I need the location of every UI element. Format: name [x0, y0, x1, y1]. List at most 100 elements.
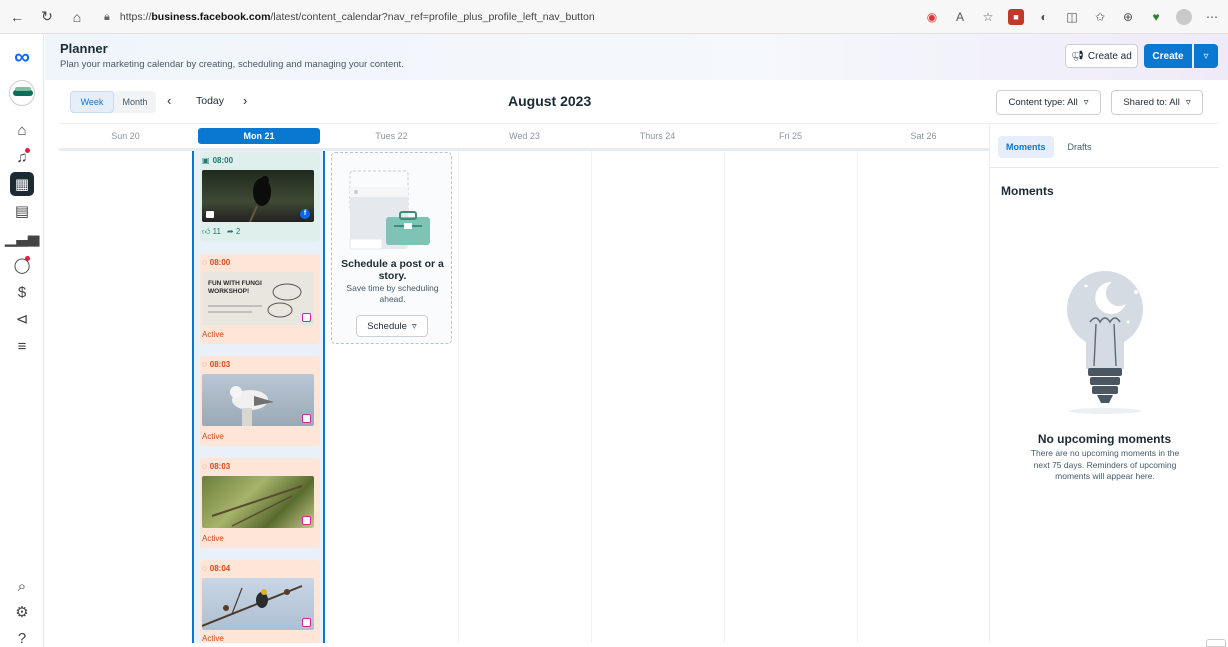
- chevron-down-icon: ▿: [1083, 97, 1089, 108]
- url-host: business.facebook.com: [151, 11, 271, 23]
- megaphone-icon: 📢︎: [1071, 50, 1084, 62]
- post-card[interactable]: ◌ 08:03 Active: [200, 458, 320, 548]
- column-divider: [857, 151, 858, 643]
- home-browser-icon[interactable]: ⌂: [64, 4, 90, 30]
- post-stats: 👍︎ 11 ➦ 2: [202, 227, 240, 237]
- menu-icon[interactable]: ≡: [10, 334, 34, 358]
- likes-count: 👍︎ 11: [202, 227, 221, 236]
- profile-avatar[interactable]: [1176, 9, 1192, 25]
- tab-drafts[interactable]: Drafts: [1060, 136, 1100, 158]
- moments-panel: Moments Drafts Moments No upcoming momen…: [989, 124, 1219, 643]
- post-time: ◌ 08:00: [202, 258, 231, 267]
- post-time: ◌ 08:03: [202, 462, 231, 471]
- day-header: Wed 23: [509, 131, 540, 141]
- read-aloud-icon[interactable]: A: [952, 9, 968, 25]
- post-status: Active: [202, 432, 224, 441]
- shares-count: ➦ 2: [226, 227, 241, 236]
- create-dropdown-button[interactable]: ▿: [1194, 44, 1218, 68]
- address-bar[interactable]: 🔒︎ https://business.facebook.com/latest/…: [104, 6, 989, 28]
- scrollbar-corner[interactable]: [1206, 639, 1226, 647]
- column-divider: [591, 151, 592, 643]
- post-card[interactable]: ◌ 08:04 Active: [200, 560, 320, 643]
- browser-toolbar: ← ↻ ⌂ 🔒︎ https://business.facebook.com/l…: [0, 0, 1228, 34]
- post-card[interactable]: ◌ 08:03 Active: [200, 356, 320, 446]
- post-card[interactable]: ◌ 08:00 FUN WITH FUNGI WORKSHOP! Active: [200, 254, 320, 344]
- instagram-icon: [302, 516, 311, 525]
- content-type-filter[interactable]: Content type: All ▿: [996, 90, 1101, 115]
- ads-icon[interactable]: ⊲: [10, 307, 34, 331]
- post-card[interactable]: ▣ 08:00 f 👍︎ 11 ➦ 2: [200, 152, 320, 242]
- today-button[interactable]: Today: [196, 95, 224, 107]
- shared-to-filter[interactable]: Shared to: All ▿: [1111, 90, 1203, 115]
- split-screen-icon[interactable]: ◫: [1064, 9, 1080, 25]
- day-header: Sat 26: [910, 131, 937, 141]
- lightbulb-illustration-icon: [1067, 271, 1143, 414]
- content-icon[interactable]: ▤: [10, 199, 34, 223]
- planner-icon[interactable]: ▦: [10, 172, 34, 196]
- post-image: [202, 578, 314, 630]
- instagram-icon: [302, 618, 311, 627]
- day-header: Sun 20: [111, 131, 140, 141]
- instagram-icon: [302, 313, 311, 322]
- scheduled-icon: ◌: [202, 360, 207, 369]
- create-label: Create: [1152, 50, 1184, 62]
- day-header: Fri 25: [778, 131, 802, 141]
- help-icon[interactable]: ?: [10, 626, 34, 647]
- facebook-icon: f: [300, 209, 310, 219]
- settings-icon[interactable]: ⚙: [10, 600, 34, 624]
- create-button[interactable]: Create: [1144, 44, 1192, 68]
- day-header: Thurs 24: [639, 131, 676, 141]
- more-options-icon[interactable]: ⋯: [1204, 9, 1220, 25]
- like-icon: 👍︎: [202, 227, 211, 236]
- post-time: ◌ 08:03: [202, 360, 231, 369]
- day-header-today: Mon 21: [198, 128, 320, 144]
- post-time: ◌ 08:04: [202, 564, 231, 573]
- create-ad-button[interactable]: 📢︎ Create ad: [1065, 44, 1138, 68]
- chevron-down-icon: ▿: [1203, 50, 1209, 62]
- meta-logo-icon[interactable]: ∞: [8, 44, 36, 69]
- monetization-icon[interactable]: $: [10, 280, 34, 304]
- moments-title: Moments: [1001, 184, 1054, 198]
- planner-header: Planner Plan your marketing calendar by …: [45, 34, 1228, 80]
- week-view-button[interactable]: Week: [70, 91, 114, 113]
- previous-week-icon[interactable]: ‹: [167, 93, 171, 108]
- scheduled-icon: ◌: [202, 258, 207, 267]
- chevron-down-icon: ▿: [411, 320, 417, 332]
- favorite-star-icon[interactable]: ☆: [980, 9, 996, 25]
- schedule-button[interactable]: Schedule ▿: [356, 315, 428, 337]
- back-icon[interactable]: ←: [4, 4, 30, 30]
- day-header: Tues 22: [375, 131, 408, 141]
- month-view-button[interactable]: Month: [114, 91, 156, 113]
- left-navigation: ∞ ⌂ ♫ ▦ ▤ ▁▃▅ ◯ $ ⊲ ≡ ⌕ ⚙ ?: [0, 34, 44, 647]
- refresh-icon[interactable]: ↻: [34, 4, 60, 30]
- post-image: [202, 476, 314, 528]
- tracking-prevention-icon[interactable]: ◉: [924, 9, 940, 25]
- next-week-icon[interactable]: ›: [243, 93, 247, 108]
- shopping-extension-icon[interactable]: ■: [1008, 9, 1024, 25]
- notifications-icon[interactable]: ♫: [10, 145, 34, 169]
- empty-moments-title: No upcoming moments: [1037, 432, 1172, 446]
- browser-extensions: ◉ A ☆ ■ ◐ ◫ ✩ ⊕ ♥ ⋯: [924, 6, 1228, 28]
- instagram-activity-icon[interactable]: ◯: [10, 253, 34, 277]
- browser-essentials-icon[interactable]: ♥: [1148, 9, 1164, 25]
- post-image: [202, 374, 314, 426]
- calendar-toolbar: Week Month ‹ Today › August 2023 Content…: [59, 80, 1218, 124]
- page-avatar[interactable]: [9, 80, 35, 106]
- schedule-prompt-title: Schedule a post or a story.: [341, 258, 444, 282]
- tab-moments[interactable]: Moments: [998, 136, 1054, 158]
- post-image: FUN WITH FUNGI WORKSHOP!: [202, 272, 314, 325]
- lock-icon: 🔒︎: [104, 10, 110, 23]
- calendar-illustration-icon: [349, 170, 430, 250]
- column-divider: [724, 151, 725, 643]
- moments-tabs: Moments Drafts: [998, 136, 1100, 158]
- home-icon[interactable]: ⌂: [10, 118, 34, 142]
- insights-icon[interactable]: ▁▃▅: [5, 226, 40, 250]
- collections-icon[interactable]: ⊕: [1120, 9, 1136, 25]
- favorites-icon[interactable]: ✩: [1092, 9, 1108, 25]
- extension-icon[interactable]: ◐: [1036, 9, 1052, 25]
- page-title: Planner: [60, 41, 108, 56]
- share-icon: ➦: [226, 227, 234, 236]
- schedule-label: Schedule: [367, 320, 407, 332]
- search-icon[interactable]: ⌕: [10, 574, 34, 598]
- url-path: /latest/content_calendar?nav_ref=profile…: [270, 11, 595, 23]
